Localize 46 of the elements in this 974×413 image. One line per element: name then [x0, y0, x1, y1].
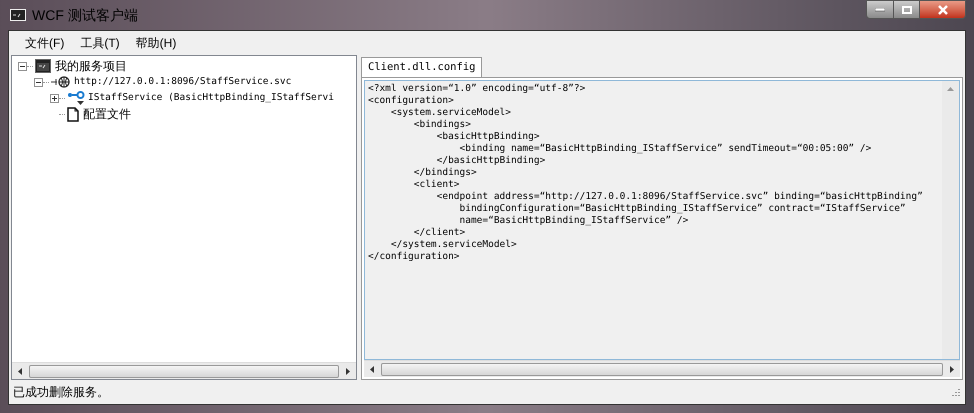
interface-icon — [67, 90, 85, 106]
code-line: bindingConfiguration=“BasicHttpBinding_IStaffService” contract=“IStaffService” — [458, 203, 906, 215]
menu-item[interactable]: 工具(T) — [74, 34, 126, 52]
resize-grip-icon[interactable] — [951, 387, 961, 397]
tree-item[interactable]: IStaffService (BasicHttpBinding_IStaffServi — [87, 90, 335, 106]
code-line: </configuration> — [368, 251, 460, 263]
vertical-scrollbar[interactable] — [942, 81, 959, 359]
code-line: <basicHttpBinding> — [436, 131, 540, 143]
expander-toggle[interactable] — [18, 62, 27, 70]
maximize-button[interactable] — [894, 0, 920, 19]
code-line: </client> — [412, 227, 466, 239]
console-icon — [35, 59, 51, 73]
code-line: <bindings> — [412, 119, 471, 131]
tab[interactable]: Client.dll.config — [361, 57, 482, 77]
minimize-icon — [875, 8, 885, 12]
expander-toggle[interactable] — [34, 78, 43, 86]
status-text: 已成功删除服务。 — [13, 384, 109, 401]
close-button[interactable] — [920, 0, 966, 19]
globe-icon — [51, 76, 71, 88]
expander-toggle[interactable] — [50, 94, 59, 102]
minimize-button[interactable] — [866, 0, 894, 19]
horizontal-scrollbar[interactable] — [364, 360, 960, 377]
window-title: WCF 测试客户端 — [32, 6, 138, 24]
code-line: <?xml version=“1.0” encoding=“utf-8”?> — [368, 83, 586, 95]
code-line: <client> — [412, 179, 460, 191]
tree-item[interactable]: http://127.0.0.1:8096/StaffService.svc — [73, 74, 292, 90]
code-line: <binding name=“BasicHttpBinding_IStaffService” sendTimeout=“00:05:00” /> — [458, 143, 872, 155]
tree-item[interactable]: 配置文件 — [81, 105, 133, 123]
scroll-thumb[interactable] — [29, 364, 339, 378]
code-line: </system.serviceModel> — [390, 239, 517, 251]
code-line: <endpoint address=“http://127.0.0.1:8096/StaffService.svc” binding=“basicHttpBinding” — [436, 191, 923, 203]
maximize-icon — [902, 6, 912, 14]
close-icon — [936, 4, 948, 14]
code-line: <system.serviceModel> — [390, 107, 511, 119]
scroll-thumb[interactable] — [381, 362, 943, 376]
menu-item[interactable]: 文件(F) — [19, 34, 70, 52]
horizontal-scrollbar[interactable] — [12, 362, 356, 379]
code-line: </basicHttpBinding> — [436, 155, 546, 167]
code-line: name=“BasicHttpBinding_IStaffService” /> — [458, 215, 688, 227]
menu-item[interactable]: 帮助(H) — [130, 34, 182, 52]
code-line: </bindings> — [412, 167, 477, 179]
code-line: <configuration> — [368, 95, 454, 107]
code-editor[interactable] — [364, 80, 960, 360]
document-icon — [67, 106, 79, 122]
console-icon — [10, 9, 26, 21]
tree-item[interactable]: 我的服务项目 — [53, 57, 129, 75]
